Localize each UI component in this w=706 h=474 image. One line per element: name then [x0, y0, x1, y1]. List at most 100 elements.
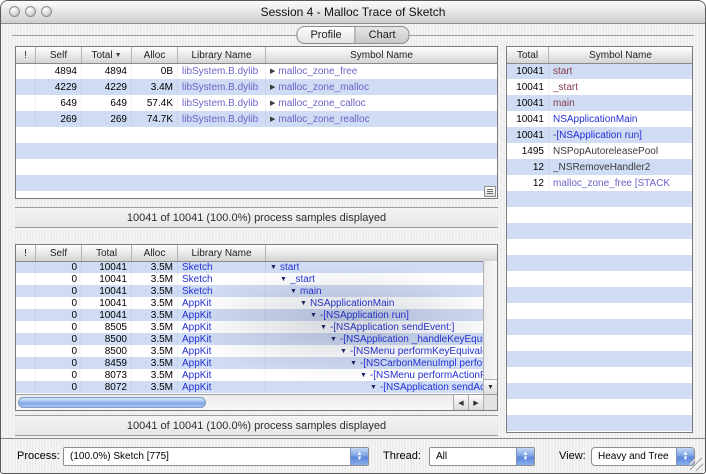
table-row[interactable]: 269 269 74.7K libSystem.B.dylib ▶ malloc… [16, 111, 497, 127]
table-row[interactable]: 0 10041 3.5M AppKit ▼ NSApplicationMain [16, 297, 483, 309]
disclosure-triangle-icon[interactable]: ▼ [360, 372, 367, 379]
disclosure-triangle-icon[interactable]: ▼ [310, 312, 317, 319]
table-row[interactable]: 4229 4229 3.4M libSystem.B.dylib ▶ mallo… [16, 79, 497, 95]
horizontal-scrollbar[interactable]: ◀ ▶ [16, 394, 483, 410]
library-cell: AppKit [178, 369, 266, 381]
view-popup[interactable]: Heavy and Tree ▲ ▼ [591, 447, 695, 466]
column-header-total[interactable]: Total ▼ [82, 47, 132, 63]
symbol-label: -[NSApplication _handleKeyEquivalent:] [340, 334, 483, 345]
self-cell: 0 [36, 309, 82, 321]
disclosure-triangle-icon[interactable]: ▶ [270, 67, 275, 75]
alloc-cell: 3.5M [132, 369, 178, 381]
self-cell: 649 [36, 95, 82, 111]
alloc-cell: 3.5M [132, 381, 178, 393]
disclosure-triangle-icon[interactable]: ▼ [270, 264, 277, 271]
disclosure-triangle-icon[interactable]: ▶ [270, 99, 275, 107]
table-row[interactable]: 4894 4894 0B libSystem.B.dylib ▶ malloc_… [16, 63, 497, 79]
scroll-left-arrow-icon[interactable]: ◀ [453, 395, 468, 410]
flag-cell [16, 333, 36, 345]
thread-popup[interactable]: All ▲ ▼ [429, 447, 535, 466]
disclosure-triangle-icon[interactable]: ▼ [300, 300, 307, 307]
flag-cell [16, 95, 36, 111]
minimize-button[interactable] [25, 6, 36, 17]
column-header-total[interactable]: Total [82, 245, 132, 261]
total-cell: 8072 [82, 381, 132, 393]
popup-arrows-icon[interactable]: ▲ ▼ [516, 448, 534, 465]
column-header-total[interactable]: Total [507, 47, 549, 63]
column-header-alloc[interactable]: Alloc [132, 245, 178, 261]
column-header-flag[interactable]: ! [16, 245, 36, 261]
flag-cell [16, 369, 36, 381]
disclosure-triangle-icon[interactable]: ▼ [280, 276, 287, 283]
table-row[interactable]: 12 malloc_zone_free [STACK [507, 175, 692, 191]
scroll-right-arrow-icon[interactable]: ▶ [468, 395, 483, 410]
popup-arrows-icon[interactable]: ▲ ▼ [350, 448, 368, 465]
column-header-symbol[interactable]: Symbol Name [549, 47, 692, 63]
column-header-symbol[interactable] [266, 245, 497, 261]
tree-indent [270, 291, 290, 292]
disclosure-triangle-icon[interactable]: ▶ [270, 83, 275, 91]
table-row[interactable]: 0 8073 3.5M AppKit ▼ -[NSMenu performAct… [16, 369, 483, 381]
symbol-label: malloc_zone_malloc [278, 82, 369, 93]
disclosure-triangle-icon[interactable]: ▼ [320, 324, 327, 331]
column-header-self[interactable]: Self [36, 245, 82, 261]
disclosure-triangle-icon[interactable]: ▶ [270, 115, 275, 123]
disclosure-triangle-icon[interactable]: ▼ [290, 288, 297, 295]
disclosure-triangle-icon[interactable]: ▼ [370, 384, 377, 391]
table-row[interactable]: 10041 start [507, 63, 692, 79]
column-header-flag[interactable]: ! [16, 47, 36, 63]
tab-profile[interactable]: Profile [296, 26, 355, 44]
symbol-label: NSPopAutoreleasePool [553, 146, 658, 157]
table-row[interactable]: 0 10041 3.5M Sketch ▼ start [16, 261, 483, 273]
symbol-label: _start [290, 274, 315, 285]
disclosure-triangle-icon[interactable]: ▼ [340, 348, 347, 355]
table-row[interactable]: 0 10041 3.5M AppKit ▼ -[NSApplication ru… [16, 309, 483, 321]
symbol-cell: ▼ -[NSMenu performActionForItemAt [266, 369, 483, 381]
flag-cell [16, 79, 36, 95]
table-row[interactable]: 0 8500 3.5M AppKit ▼ -[NSApplication _ha… [16, 333, 483, 345]
table-row[interactable]: 0 10041 3.5M Sketch ▼ _start [16, 273, 483, 285]
scroll-down-arrow-icon[interactable]: ▼ [484, 379, 497, 394]
table-row[interactable]: 0 10041 3.5M Sketch ▼ main [16, 285, 483, 297]
column-header-alloc[interactable]: Alloc [132, 47, 178, 63]
tree-table-body: 0 10041 3.5M Sketch ▼ start 0 10041 3.5M… [16, 261, 483, 394]
disclosure-triangle-icon[interactable]: ▼ [350, 360, 357, 367]
table-row[interactable]: 10041 -[NSApplication run] [507, 127, 692, 143]
zoom-button[interactable] [41, 6, 52, 17]
horizontal-scroll-thumb[interactable] [18, 397, 206, 408]
tree-indent [270, 375, 360, 376]
symbol-label: -[NSMenu performKeyEquivalent:] [350, 346, 483, 357]
column-header-symbol[interactable]: Symbol Name [266, 47, 497, 63]
self-cell: 0 [36, 333, 82, 345]
table-row[interactable]: 12 _NSRemoveHandler2 [507, 159, 692, 175]
process-popup[interactable]: (100.0%) Sketch [775] ▲ ▼ [63, 447, 369, 466]
disclosure-triangle-icon[interactable]: ▼ [330, 336, 337, 343]
title-bar[interactable]: Session 4 - Malloc Trace of Sketch [1, 1, 705, 24]
symbol-label: -[NSApplication run] [320, 310, 409, 321]
total-cell: 10041 [82, 309, 132, 321]
tab-chart[interactable]: Chart [356, 26, 410, 44]
table-row[interactable]: 0 8459 3.5M AppKit ▼ -[NSCarbonMenuImpl … [16, 357, 483, 369]
column-header-library[interactable]: Library Name [178, 245, 266, 261]
close-button[interactable] [9, 6, 20, 17]
symbol-cell: ▶ malloc_zone_calloc [266, 95, 497, 111]
column-header-self[interactable]: Self [36, 47, 82, 63]
self-cell: 0 [36, 357, 82, 369]
column-header-library[interactable]: Library Name [178, 47, 266, 63]
table-row[interactable]: 0 8505 3.5M AppKit ▼ -[NSApplication sen… [16, 321, 483, 333]
symbol-label: -[NSApplication sendEvent:] [330, 322, 455, 333]
table-row[interactable]: 1495 NSPopAutoreleasePool [507, 143, 692, 159]
table-row[interactable]: 0 8072 3.5M AppKit ▼ -[NSApplication sen… [16, 381, 483, 393]
total-cell: 4229 [82, 79, 132, 95]
table-row[interactable]: 10041 NSApplicationMain [507, 111, 692, 127]
table-row[interactable]: 649 649 57.4K libSystem.B.dylib ▶ malloc… [16, 95, 497, 111]
table-row[interactable]: 10041 _start [507, 79, 692, 95]
table-row[interactable]: 10041 main [507, 95, 692, 111]
resize-grip[interactable] [690, 458, 703, 471]
table-row[interactable]: 0 8500 3.5M AppKit ▼ -[NSMenu performKey… [16, 345, 483, 357]
alloc-cell: 3.5M [132, 321, 178, 333]
total-cell: 10041 [507, 127, 549, 143]
vertical-scrollbar[interactable]: ▼ [483, 261, 497, 394]
arrow-down-glyph: ▼ [523, 457, 529, 462]
self-cell: 0 [36, 297, 82, 309]
